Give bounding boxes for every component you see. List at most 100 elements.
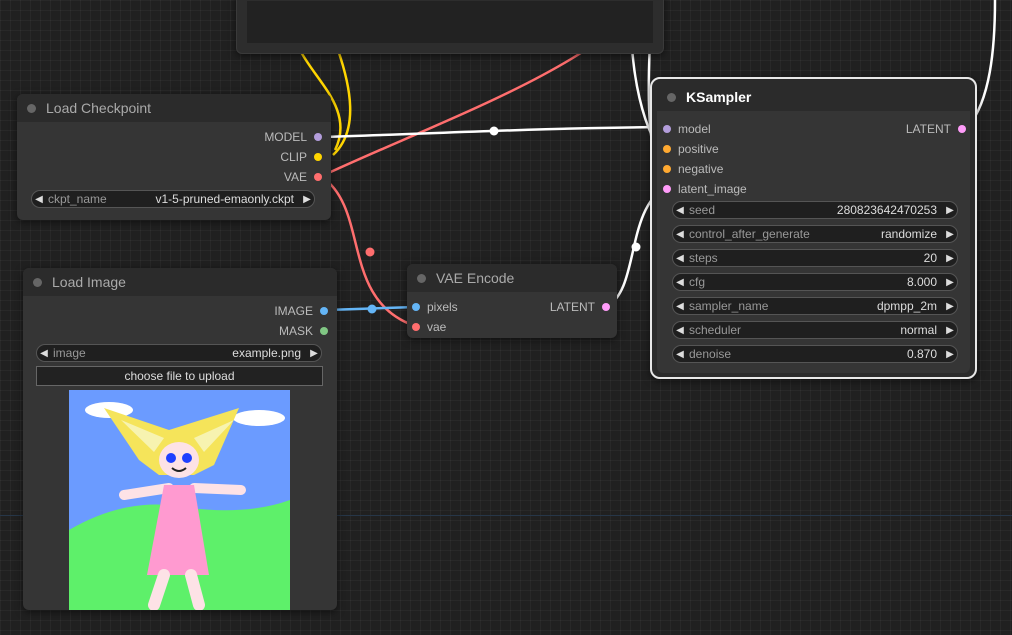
slot-label: negative [678,162,724,176]
slot-label: LATENT [905,122,951,136]
widget-value: v1-5-pruned-emaonly.ckpt [155,192,294,206]
input-slot-vae[interactable]: vae [412,317,446,337]
slot-dot-icon[interactable] [958,125,966,133]
seed-widget[interactable]: ◀ seed 280823642470253 ▶ [672,201,958,219]
widget-label: steps [689,251,718,265]
slot-dot-icon[interactable] [320,327,328,335]
collapse-dot-icon[interactable] [667,92,676,102]
widget-value: 280823642470253 [836,203,937,217]
increment-arrow-icon[interactable]: ▶ [943,253,957,264]
node-header[interactable]: VAE Encode [407,264,617,292]
increment-arrow-icon[interactable]: ▶ [943,325,957,336]
slot-dot-icon[interactable] [602,303,610,311]
decrement-arrow-icon[interactable]: ◀ [673,301,687,312]
output-slot-mask[interactable]: MASK [279,321,328,341]
slot-dot-icon[interactable] [412,323,420,331]
output-slot-model[interactable]: MODEL [264,127,322,147]
decrement-arrow-icon[interactable]: ◀ [673,349,687,360]
denoise-widget[interactable]: ◀ denoise 0.870 ▶ [672,345,958,363]
widget-label: control_after_generate [689,227,810,241]
input-slot-model[interactable]: model [663,119,711,139]
input-slot-negative[interactable]: negative [663,159,723,179]
ckpt-name-combo[interactable]: ◀ ckpt_name v1-5-pruned-emaonly.ckpt ▶ [31,190,315,208]
widget-value: normal [900,323,937,337]
slot-dot-icon[interactable] [663,145,671,153]
collapse-dot-icon[interactable] [33,277,42,287]
node-top-partial[interactable] [236,0,664,54]
control-after-generate-widget[interactable]: ◀ control_after_generate randomize ▶ [672,225,958,243]
wire-midpoint-model [489,126,499,136]
increment-arrow-icon[interactable]: ▶ [943,205,957,216]
decrement-arrow-icon[interactable]: ◀ [673,205,687,216]
node-load-image[interactable]: Load Image IMAGE MASK ◀ image example.pn… [23,268,337,610]
slot-dot-icon[interactable] [663,165,671,173]
image-combo[interactable]: ◀ image example.png ▶ [36,344,322,362]
node-header[interactable]: KSampler [657,83,970,111]
increment-arrow-icon[interactable]: ▶ [943,277,957,288]
node-title: Load Checkpoint [46,100,152,116]
wire-image [326,305,417,312]
increment-arrow-icon[interactable]: ▶ [943,229,957,240]
slot-label: MASK [278,324,313,338]
input-slot-pixels[interactable]: pixels [412,297,458,317]
increment-arrow-icon[interactable]: ▶ [307,348,321,359]
node-title: KSampler [686,89,752,105]
slot-dot-icon[interactable] [314,173,322,181]
decrement-arrow-icon[interactable]: ◀ [32,194,46,205]
widget-label: ckpt_name [48,192,107,206]
scheduler-widget[interactable]: ◀ scheduler normal ▶ [672,321,958,339]
decrement-arrow-icon[interactable]: ◀ [673,253,687,264]
node-ksampler[interactable]: KSampler model positive negative latent_… [650,77,977,379]
slot-label: vae [427,320,447,334]
input-slot-latent-image[interactable]: latent_image [663,179,747,199]
wire-model [321,125,667,139]
decrement-arrow-icon[interactable]: ◀ [673,277,687,288]
slot-label: VAE [283,170,307,184]
widget-value: randomize [880,227,937,241]
collapse-dot-icon[interactable] [27,103,36,113]
node-header[interactable]: Load Image [23,268,337,296]
decrement-arrow-icon[interactable]: ◀ [673,325,687,336]
node-load-checkpoint[interactable]: Load Checkpoint MODEL CLIP VAE ◀ ckpt_na… [17,94,331,220]
steps-widget[interactable]: ◀ steps 20 ▶ [672,249,958,267]
slot-dot-icon[interactable] [320,307,328,315]
node-title: Load Image [52,274,126,290]
slot-dot-icon[interactable] [663,125,671,133]
widget-label: image [53,346,86,360]
sampler-name-widget[interactable]: ◀ sampler_name dpmpp_2m ▶ [672,297,958,315]
input-slot-positive[interactable]: positive [663,139,719,159]
output-slot-vae[interactable]: VAE [284,167,322,187]
output-slot-latent[interactable]: LATENT [906,119,966,139]
wire-clip-2 [332,49,352,156]
widget-value: 0.870 [906,347,937,361]
widget-label: denoise [689,347,732,361]
image-preview [69,390,290,610]
widget-label: seed [689,203,716,217]
output-slot-latent[interactable]: LATENT [550,297,610,317]
decrement-arrow-icon[interactable]: ◀ [37,348,51,359]
slot-dot-icon[interactable] [314,133,322,141]
decrement-arrow-icon[interactable]: ◀ [673,229,687,240]
widget-value: dpmpp_2m [876,299,937,313]
slot-dot-icon[interactable] [663,185,671,193]
increment-arrow-icon[interactable]: ▶ [943,349,957,360]
slot-label: CLIP [280,150,307,164]
slot-dot-icon[interactable] [314,153,322,161]
widget-value: 8.000 [906,275,937,289]
increment-arrow-icon[interactable]: ▶ [300,194,314,205]
graph-canvas[interactable]: Load Checkpoint MODEL CLIP VAE ◀ ckpt_na… [0,0,1012,635]
cfg-widget[interactable]: ◀ cfg 8.000 ▶ [672,273,958,291]
output-slot-clip[interactable]: CLIP [280,147,322,167]
upload-button[interactable]: choose file to upload [36,366,323,386]
slot-label: LATENT [549,300,595,314]
collapse-dot-icon[interactable] [417,273,426,283]
node-header[interactable]: Load Checkpoint [17,94,331,122]
output-slot-image[interactable]: IMAGE [274,301,328,321]
increment-arrow-icon[interactable]: ▶ [943,301,957,312]
slot-label: latent_image [678,182,747,196]
widget-label: sampler_name [689,299,769,313]
widget-value: 20 [923,251,937,265]
slot-dot-icon[interactable] [412,303,420,311]
node-vae-encode[interactable]: VAE Encode pixels vae LATENT [407,264,617,338]
slot-label: MODEL [264,130,307,144]
